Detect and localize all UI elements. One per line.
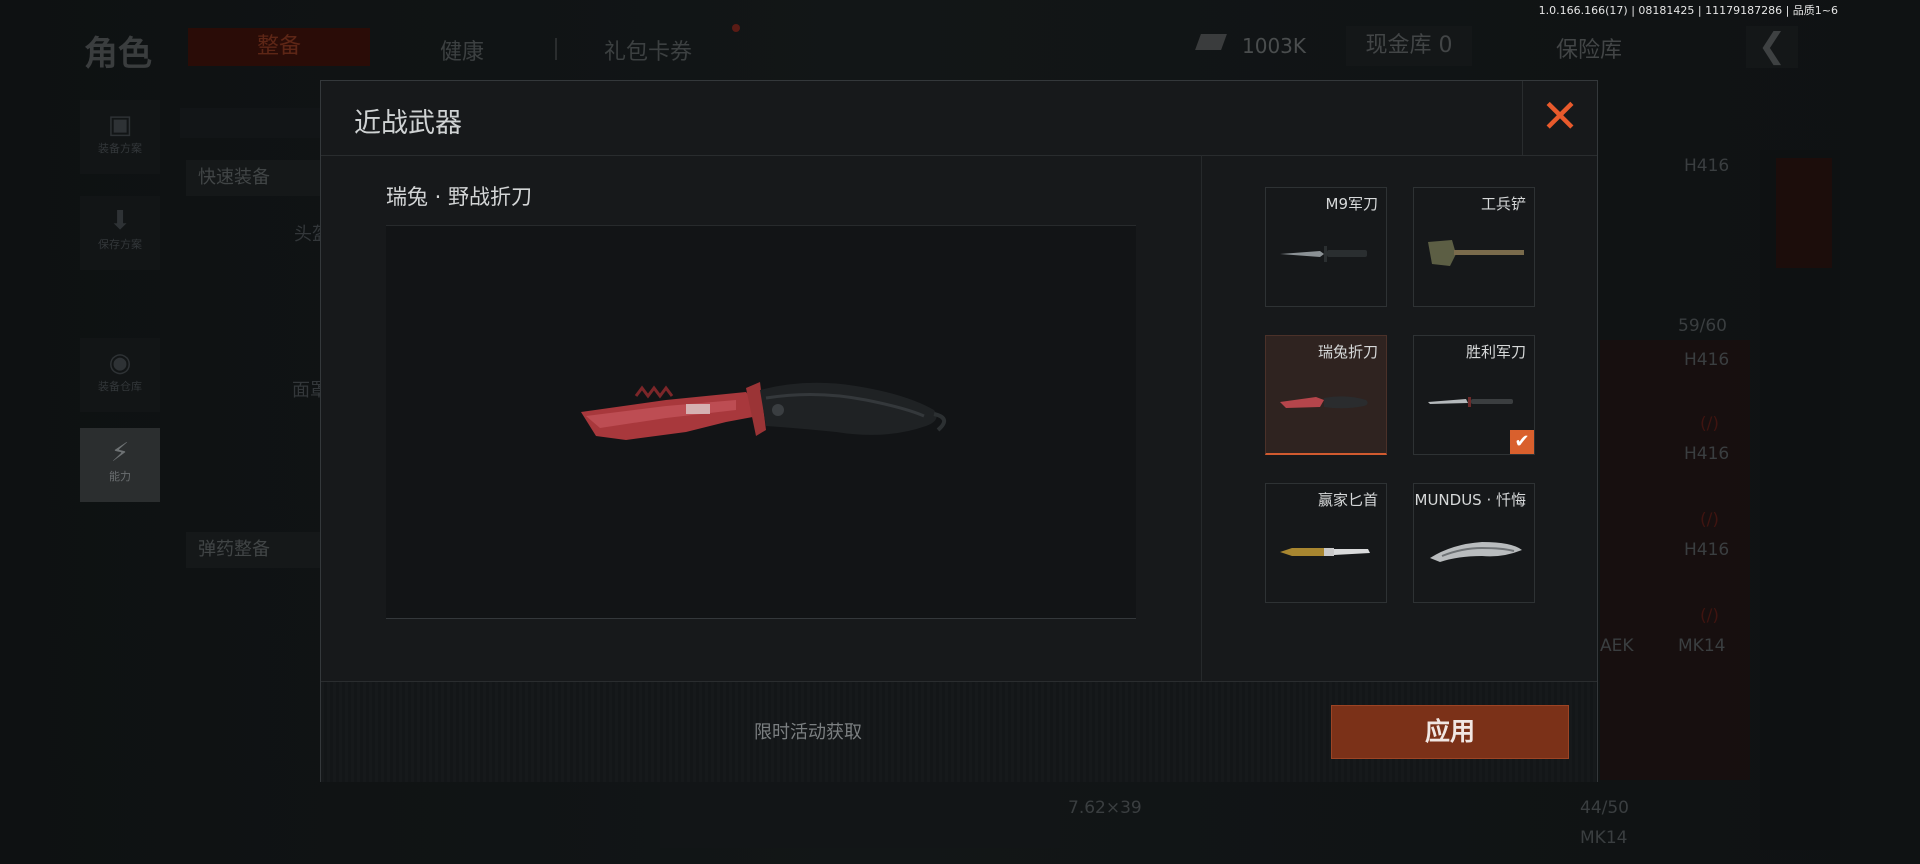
sidebar-save[interactable]: ⬇ 保存方案	[80, 196, 160, 270]
sidebar-loadout[interactable]: ▣ 装备方案	[80, 100, 160, 174]
bg-list-8: (/)	[1700, 606, 1719, 626]
weapon-card-rabbit-knife[interactable]: 瑞兔折刀	[1265, 335, 1387, 455]
quick-equip-button[interactable]: 快速装备	[186, 160, 332, 196]
bg-list-2: 59/60	[1678, 316, 1727, 336]
bg-list-10: MK14	[1678, 636, 1726, 656]
download-icon: ⬇	[109, 206, 131, 236]
dagger-icon	[1428, 397, 1513, 407]
red-knife-preview-icon	[581, 382, 946, 440]
bg-list-12: 44/50	[1580, 798, 1629, 818]
bg-list-11: 7.62×39	[1068, 798, 1142, 818]
obtain-hint: 限时活动获取	[754, 722, 862, 743]
weapon-card-shovel[interactable]: 工兵铲	[1413, 187, 1535, 307]
bg-list-6: (/)	[1700, 510, 1719, 530]
dialog-title: 近战武器	[354, 108, 462, 139]
notification-dot	[732, 24, 740, 32]
apply-button[interactable]: 应用	[1331, 705, 1569, 759]
version-info: 1.0.166.166(17) | 08181425 | 11179187286…	[1538, 4, 1838, 17]
weapon-card-winner-dagger[interactable]: 赢家匕首	[1265, 483, 1387, 603]
melee-weapon-dialog: 近战武器 ✕ 瑞兔 · 野战折刀 M9军刀 工兵铲 瑞兔折刀 胜利军刀 ✔ 赢家…	[320, 80, 1598, 782]
weapon-card-mundus[interactable]: MUNDUS · 忏悔	[1413, 483, 1535, 603]
weapon-card-label: M9军刀	[1325, 195, 1379, 213]
dialog-header: 近战武器 ✕	[321, 81, 1597, 156]
bg-list-7: H416	[1684, 540, 1730, 560]
dialog-divider	[1201, 155, 1202, 685]
selected-weapon-name: 瑞兔 · 野战折刀	[386, 185, 533, 209]
weapon-card-label: 瑞兔折刀	[1317, 343, 1378, 361]
vest-icon: ▣	[107, 110, 133, 140]
bg-list-4: (/)	[1700, 414, 1719, 434]
bg-weapon-slot	[660, 772, 1060, 848]
weapon-card-m9[interactable]: M9军刀	[1265, 187, 1387, 307]
bg-selected-slot	[1776, 158, 1832, 268]
back-icon[interactable]: ❮	[1746, 26, 1798, 68]
bg-list-13: MK14	[1580, 828, 1628, 848]
money-amount: 1003K	[1242, 34, 1307, 58]
shovel-icon	[1428, 240, 1524, 266]
weapon-card-label: 胜利军刀	[1465, 343, 1526, 361]
sidebar-ability[interactable]: ⚡ 能力	[80, 428, 160, 502]
weapon-card-label: 工兵铲	[1480, 195, 1526, 213]
bg-status-bar	[180, 108, 320, 138]
bg-list-5: H416	[1684, 444, 1730, 464]
bg-tab-separator	[555, 38, 557, 60]
bg-tab-health[interactable]: 健康	[440, 34, 484, 66]
bg-list-3: H416	[1684, 350, 1730, 370]
safe-box[interactable]: 保险库	[1556, 32, 1622, 64]
close-icon[interactable]: ✕	[1522, 81, 1597, 155]
sidebar-warehouse[interactable]: ◉ 装备仓库	[80, 338, 160, 412]
red-knife-icon	[1280, 396, 1368, 409]
bg-list-1: H416	[1684, 156, 1730, 176]
bg-title: 角色	[84, 34, 152, 74]
gold-dagger-icon	[1280, 548, 1370, 556]
weapon-card-label: MUNDUS · 忏悔	[1414, 491, 1527, 509]
ammo-equip-button[interactable]: 弹药整备	[186, 532, 332, 568]
bg-tab-gift[interactable]: 礼包卡券	[604, 34, 692, 66]
bg-list-9: AEK	[1600, 636, 1634, 656]
weapon-card-label: 赢家匕首	[1317, 491, 1378, 509]
weapon-card-victory-saber[interactable]: 胜利军刀 ✔	[1413, 335, 1535, 455]
helmet-icon: ◉	[108, 348, 132, 378]
ornate-knife-icon	[1430, 542, 1522, 562]
bg-red-panel	[1600, 340, 1750, 780]
cash-vault[interactable]: 现金库 0	[1346, 26, 1472, 66]
bayonet-icon	[1280, 246, 1367, 262]
lightning-icon: ⚡	[110, 438, 130, 468]
weapon-preview	[386, 225, 1136, 619]
equipped-check-icon: ✔	[1510, 430, 1534, 454]
bg-tab-equip[interactable]: 整备	[188, 28, 370, 66]
